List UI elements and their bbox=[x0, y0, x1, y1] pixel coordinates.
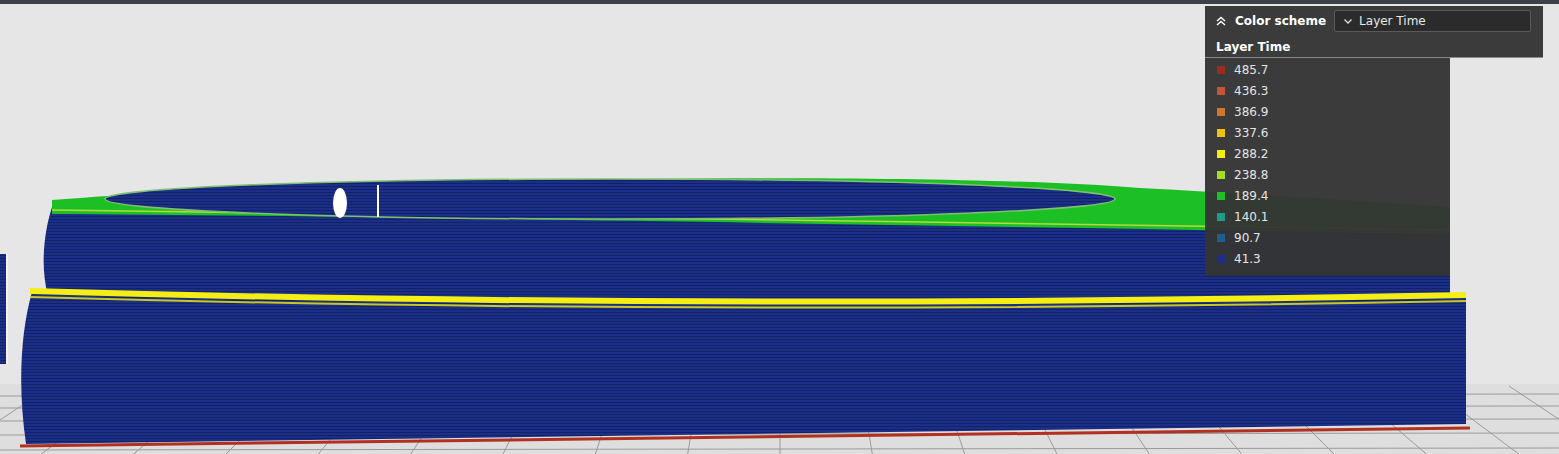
legend-value: 238.8 bbox=[1234, 168, 1268, 182]
legend-value: 386.9 bbox=[1234, 105, 1268, 119]
legend-swatch bbox=[1217, 234, 1225, 242]
legend-row: 386.9 bbox=[1205, 101, 1450, 122]
legend-value: 288.2 bbox=[1234, 147, 1268, 161]
legend-swatch bbox=[1217, 129, 1225, 137]
legend-row: 189.4 bbox=[1205, 185, 1450, 206]
legend-swatch bbox=[1217, 108, 1225, 116]
legend-value: 436.3 bbox=[1234, 84, 1268, 98]
legend-swatch bbox=[1217, 66, 1225, 74]
sliced-model[interactable] bbox=[21, 178, 1466, 444]
legend-value: 485.7 bbox=[1234, 63, 1268, 77]
chevron-down-icon bbox=[1343, 16, 1353, 26]
legend-row: 41.3 bbox=[1205, 248, 1450, 269]
color-scheme-header: Color scheme Layer Time Layer Time bbox=[1205, 6, 1543, 58]
legend-row: 337.6 bbox=[1205, 122, 1450, 143]
legend-row: 140.1 bbox=[1205, 206, 1450, 227]
legend-title: Layer Time bbox=[1205, 36, 1543, 58]
legend-value: 189.4 bbox=[1234, 189, 1268, 203]
legend-swatch bbox=[1217, 213, 1225, 221]
legend-row: 90.7 bbox=[1205, 227, 1450, 248]
legend-value: 337.6 bbox=[1234, 126, 1268, 140]
color-scheme-label: Color scheme bbox=[1235, 14, 1326, 28]
legend-swatch bbox=[1217, 192, 1225, 200]
legend-swatch bbox=[1217, 150, 1225, 158]
legend-row: 288.2 bbox=[1205, 143, 1450, 164]
legend-panel: Color scheme Layer Time Layer Time 485.7 436… bbox=[1205, 6, 1543, 276]
legend-value: 90.7 bbox=[1234, 231, 1261, 245]
legend-list: 485.7 436.3 386.9 337.6 288.2 238.8 189.4 140.1… bbox=[1205, 58, 1450, 276]
collapse-icon[interactable] bbox=[1215, 15, 1227, 27]
legend-value: 140.1 bbox=[1234, 210, 1268, 224]
side-object[interactable] bbox=[0, 254, 8, 364]
legend-value: 41.3 bbox=[1234, 252, 1261, 266]
color-scheme-row: Color scheme Layer Time bbox=[1205, 6, 1543, 36]
legend-row: 436.3 bbox=[1205, 80, 1450, 101]
dropdown-value: Layer Time bbox=[1359, 14, 1426, 28]
slicer-preview: Color scheme Layer Time Layer Time 485.7 436… bbox=[0, 0, 1559, 454]
legend-swatch bbox=[1217, 255, 1225, 263]
legend-swatch bbox=[1217, 87, 1225, 95]
color-scheme-dropdown[interactable]: Layer Time bbox=[1334, 10, 1531, 32]
viewport[interactable]: Color scheme Layer Time Layer Time 485.7 436… bbox=[0, 4, 1559, 454]
legend-swatch bbox=[1217, 171, 1225, 179]
legend-row: 485.7 bbox=[1205, 59, 1450, 80]
legend-row: 238.8 bbox=[1205, 164, 1450, 185]
